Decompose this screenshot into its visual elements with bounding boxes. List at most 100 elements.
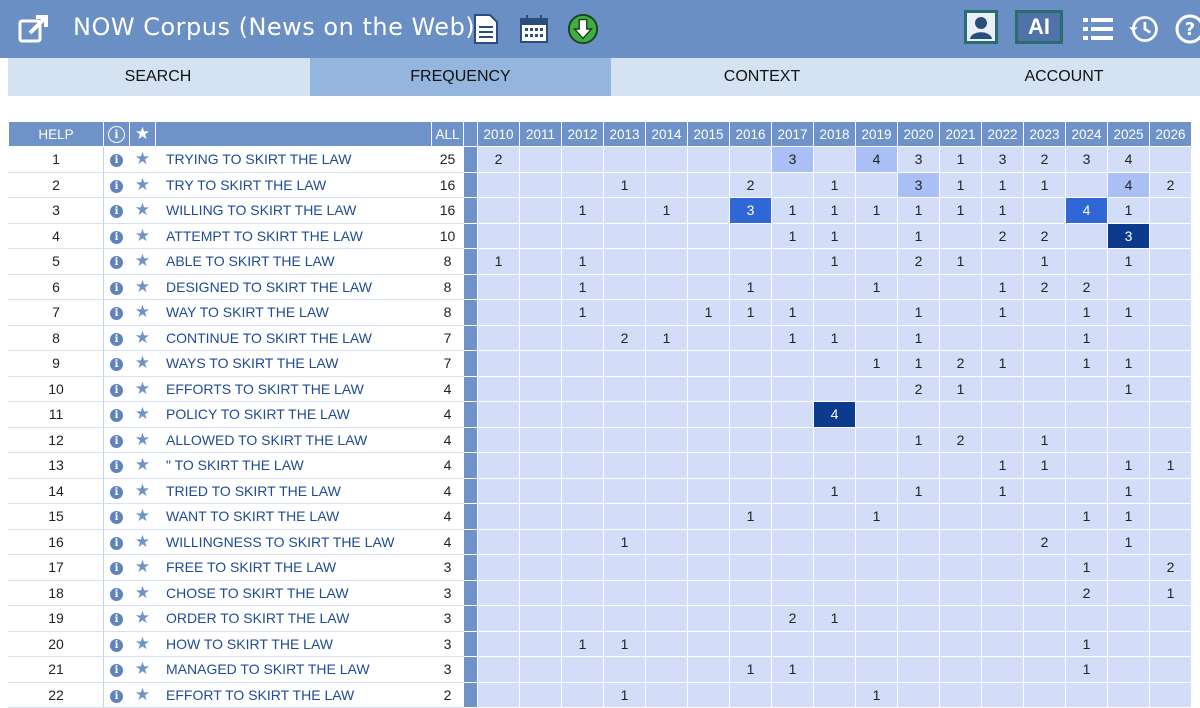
star-icon[interactable]: ★ <box>135 277 150 296</box>
year-count-cell[interactable]: 1 <box>1107 248 1150 275</box>
year-count-cell[interactable]: 2 <box>771 605 814 632</box>
phrase-link[interactable]: ORDER TO SKIRT THE LAW <box>155 605 432 632</box>
all-count[interactable]: 4 <box>431 528 464 555</box>
all-count[interactable]: 3 <box>431 554 464 581</box>
all-count[interactable]: 4 <box>431 452 464 479</box>
help-header[interactable]: HELP <box>8 121 104 147</box>
year-count-cell[interactable]: 1 <box>981 350 1024 377</box>
info-icon[interactable]: i <box>110 307 123 321</box>
year-count-cell[interactable]: 1 <box>729 299 772 326</box>
year-count-cell[interactable]: 3 <box>729 197 772 224</box>
phrase-link[interactable]: WILLING TO SKIRT THE LAW <box>155 197 432 224</box>
year-count-cell[interactable]: 1 <box>813 222 856 249</box>
all-count[interactable]: 8 <box>431 248 464 275</box>
year-header[interactable]: 2022 <box>981 121 1024 147</box>
year-count-cell[interactable]: 1 <box>897 197 940 224</box>
info-icon[interactable]: i <box>110 689 123 703</box>
year-count-cell[interactable]: 1 <box>981 299 1024 326</box>
year-count-cell[interactable]: 1 <box>771 324 814 351</box>
star-icon[interactable]: ★ <box>135 557 150 576</box>
year-count-cell[interactable]: 4 <box>855 146 898 173</box>
all-count[interactable]: 10 <box>431 222 464 249</box>
year-header[interactable]: 2021 <box>939 121 982 147</box>
info-icon[interactable]: i <box>110 587 123 601</box>
year-header[interactable]: 2010 <box>477 121 520 147</box>
year-count-cell[interactable]: 1 <box>981 273 1024 300</box>
all-header[interactable]: ALL <box>431 121 464 147</box>
year-count-cell[interactable]: 2 <box>981 222 1024 249</box>
year-count-cell[interactable]: 1 <box>813 605 856 632</box>
year-count-cell[interactable]: 1 <box>561 273 604 300</box>
year-count-cell[interactable]: 1 <box>897 222 940 249</box>
star-icon[interactable]: ★ <box>135 634 150 653</box>
year-count-cell[interactable]: 1 <box>1107 503 1150 530</box>
year-count-cell[interactable]: 1 <box>687 299 730 326</box>
year-count-cell[interactable]: 1 <box>561 248 604 275</box>
info-icon[interactable]: i <box>110 536 123 550</box>
year-header[interactable]: 2019 <box>855 121 898 147</box>
year-count-cell[interactable]: 4 <box>813 401 856 428</box>
phrase-link[interactable]: FREE TO SKIRT THE LAW <box>155 554 432 581</box>
year-count-cell[interactable]: 1 <box>603 630 646 657</box>
info-icon[interactable]: i <box>110 205 123 219</box>
year-count-cell[interactable]: 1 <box>897 426 940 453</box>
year-count-cell[interactable]: 1 <box>1065 554 1108 581</box>
info-icon[interactable]: i <box>110 383 123 397</box>
info-icon[interactable]: i <box>110 179 123 193</box>
user-icon[interactable] <box>964 10 998 44</box>
phrase-link[interactable]: ATTEMPT TO SKIRT THE LAW <box>155 222 432 249</box>
year-count-cell[interactable]: 1 <box>939 375 982 402</box>
star-icon[interactable]: ★ <box>135 226 150 245</box>
all-count[interactable]: 3 <box>431 579 464 606</box>
year-count-cell[interactable]: 1 <box>1023 171 1066 198</box>
year-header[interactable]: 2011 <box>519 121 562 147</box>
all-count[interactable]: 7 <box>431 324 464 351</box>
info-icon[interactable]: i <box>110 154 123 168</box>
year-count-cell[interactable]: 1 <box>1149 579 1192 606</box>
year-count-cell[interactable]: 3 <box>1065 146 1108 173</box>
year-count-cell[interactable]: 1 <box>561 630 604 657</box>
star-icon[interactable]: ★ <box>135 175 150 194</box>
ai-button[interactable]: AI <box>1015 10 1063 44</box>
year-header[interactable]: 2015 <box>687 121 730 147</box>
info-icon[interactable]: i <box>110 230 123 244</box>
year-count-cell[interactable]: 3 <box>981 146 1024 173</box>
tab-frequency[interactable]: FREQUENCY <box>310 58 611 96</box>
year-count-cell[interactable]: 1 <box>939 146 982 173</box>
star-icon[interactable]: ★ <box>135 481 150 500</box>
list-icon[interactable] <box>1082 12 1114 46</box>
year-count-cell[interactable]: 1 <box>771 222 814 249</box>
star-icon[interactable]: ★ <box>135 353 150 372</box>
star-icon[interactable]: ★ <box>135 328 150 347</box>
info-icon[interactable]: i <box>110 256 123 270</box>
star-icon[interactable]: ★ <box>135 379 150 398</box>
year-count-cell[interactable]: 2 <box>477 146 520 173</box>
year-header[interactable]: 2020 <box>897 121 940 147</box>
phrase-link[interactable]: DESIGNED TO SKIRT THE LAW <box>155 273 432 300</box>
phrase-link[interactable]: EFFORT TO SKIRT THE LAW <box>155 681 432 708</box>
year-header[interactable]: 2012 <box>561 121 604 147</box>
star-icon[interactable]: ★ <box>135 532 150 551</box>
year-count-cell[interactable]: 2 <box>939 426 982 453</box>
phrase-link[interactable]: TRIED TO SKIRT THE LAW <box>155 477 432 504</box>
year-header[interactable]: 2023 <box>1023 121 1066 147</box>
year-count-cell[interactable]: 1 <box>1065 324 1108 351</box>
all-count[interactable]: 8 <box>431 273 464 300</box>
year-count-cell[interactable]: 1 <box>855 681 898 708</box>
year-count-cell[interactable]: 2 <box>1023 528 1066 555</box>
phrase-link[interactable]: CHOSE TO SKIRT THE LAW <box>155 579 432 606</box>
year-count-cell[interactable]: 3 <box>897 146 940 173</box>
year-count-cell[interactable]: 1 <box>561 197 604 224</box>
info-icon[interactable]: i <box>110 332 123 346</box>
year-count-cell[interactable]: 1 <box>645 197 688 224</box>
phrase-link[interactable]: EFFORTS TO SKIRT THE LAW <box>155 375 432 402</box>
year-count-cell[interactable]: 1 <box>1107 350 1150 377</box>
year-count-cell[interactable]: 1 <box>813 197 856 224</box>
star-icon[interactable]: ★ <box>135 506 150 525</box>
year-count-cell[interactable]: 1 <box>1107 299 1150 326</box>
info-icon[interactable]: i <box>110 460 123 474</box>
year-count-cell[interactable]: 1 <box>1065 630 1108 657</box>
tab-account[interactable]: ACCOUNT <box>913 58 1200 96</box>
year-count-cell[interactable]: 1 <box>729 656 772 683</box>
star-icon[interactable]: ★ <box>135 149 150 168</box>
